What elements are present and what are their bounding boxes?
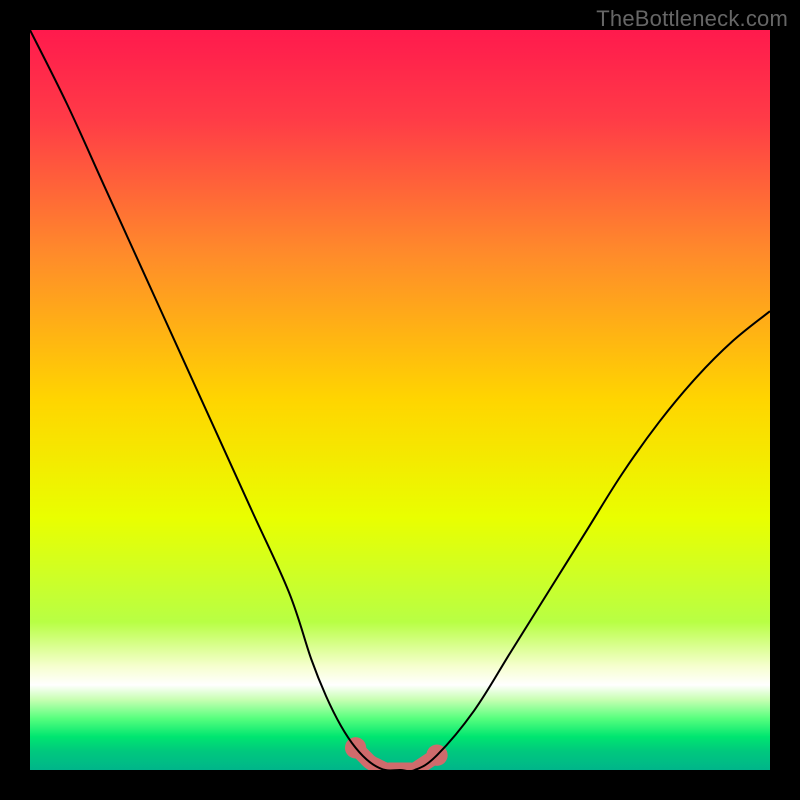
gradient-background — [30, 30, 770, 770]
watermark-label: TheBottleneck.com — [596, 6, 788, 32]
plot-area — [30, 30, 770, 770]
chart-stage: TheBottleneck.com — [0, 0, 800, 800]
bottleneck-chart — [30, 30, 770, 770]
